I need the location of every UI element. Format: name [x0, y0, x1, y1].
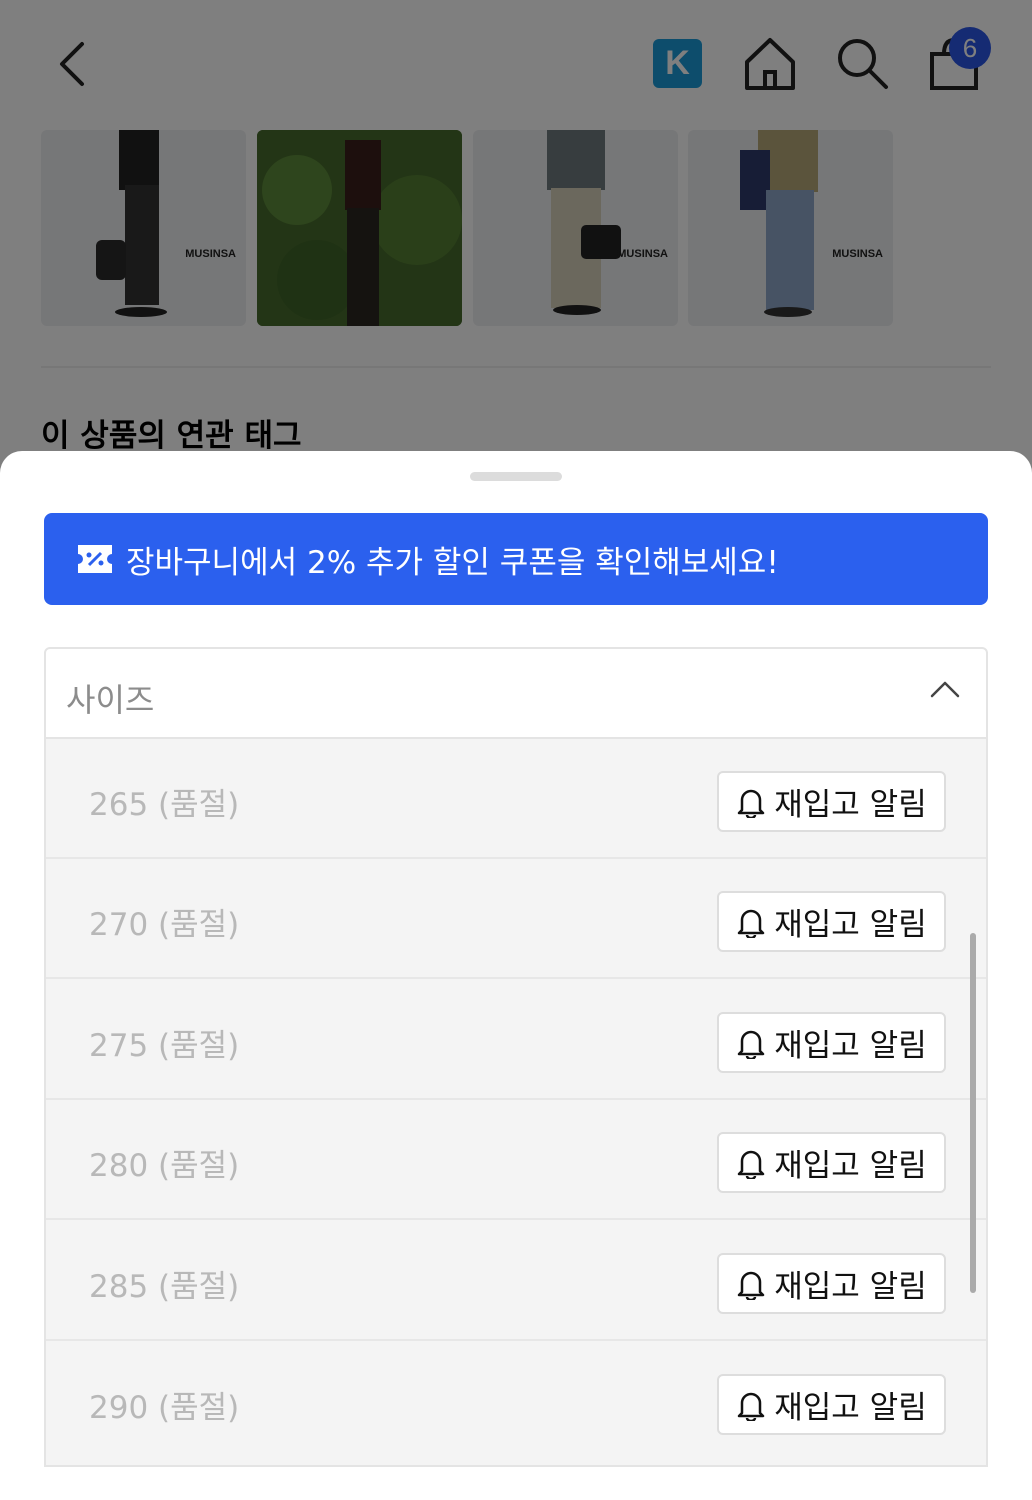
size-option-label: 290 (품절) [89, 1390, 240, 1426]
page: K 6 [0, 0, 1032, 1500]
restock-alert-button[interactable]: 재입고 알림 [717, 771, 946, 832]
size-option: 285 (품절) 재입고 알림 [46, 1221, 986, 1341]
restock-alert-label: 재입고 알림 [774, 1390, 927, 1426]
bell-icon [738, 1030, 765, 1059]
bell-icon [738, 1392, 765, 1421]
restock-alert-button[interactable]: 재입고 알림 [717, 1132, 946, 1193]
option-bottom-sheet: 장바구니에서 2% 추가 할인 쿠폰을 확인해보세요! 사이즈 265 (품절)… [0, 451, 1032, 1500]
size-select-label: 사이즈 [66, 681, 155, 719]
size-option-label: 270 (품절) [89, 907, 240, 943]
bell-icon [738, 1150, 765, 1179]
size-option-label: 280 (품절) [89, 1148, 240, 1184]
chevron-up-icon [930, 681, 960, 698]
restock-alert-label: 재입고 알림 [774, 1148, 927, 1184]
coupon-banner-text: 장바구니에서 2% 추가 할인 쿠폰을 확인해보세요! [126, 544, 779, 581]
restock-alert-button[interactable]: 재입고 알림 [717, 1253, 946, 1314]
restock-alert-label: 재입고 알림 [774, 787, 927, 823]
bell-icon [738, 1271, 765, 1300]
size-option-label: 275 (품절) [89, 1028, 240, 1064]
size-option: 275 (품절) 재입고 알림 [46, 980, 986, 1100]
restock-alert-label: 재입고 알림 [774, 907, 927, 943]
restock-alert-button[interactable]: 재입고 알림 [717, 1374, 946, 1435]
restock-alert-label: 재입고 알림 [774, 1028, 927, 1064]
size-option: 290 (품절) 재입고 알림 [46, 1342, 986, 1462]
bell-icon [738, 909, 765, 938]
size-option-label: 285 (품절) [89, 1269, 240, 1305]
sheet-drag-handle[interactable] [470, 472, 562, 481]
options-scrollbar[interactable] [970, 933, 976, 1293]
size-option: 270 (품절) 재입고 알림 [46, 859, 986, 979]
restock-alert-button[interactable]: 재입고 알림 [717, 1012, 946, 1073]
size-option: 265 (품절) 재입고 알림 [46, 739, 986, 859]
coupon-icon [78, 545, 112, 573]
size-option-label: 265 (품절) [89, 787, 240, 823]
restock-alert-label: 재입고 알림 [774, 1269, 927, 1305]
restock-alert-button[interactable]: 재입고 알림 [717, 891, 946, 952]
size-option: 280 (품절) 재입고 알림 [46, 1100, 986, 1220]
size-select[interactable]: 사이즈 [44, 647, 988, 739]
bell-icon [738, 789, 765, 818]
coupon-banner[interactable]: 장바구니에서 2% 추가 할인 쿠폰을 확인해보세요! [44, 513, 988, 605]
size-options-list[interactable]: 265 (품절) 재입고 알림 270 (품절) 재입고 알림 275 (품절)… [44, 739, 988, 1467]
